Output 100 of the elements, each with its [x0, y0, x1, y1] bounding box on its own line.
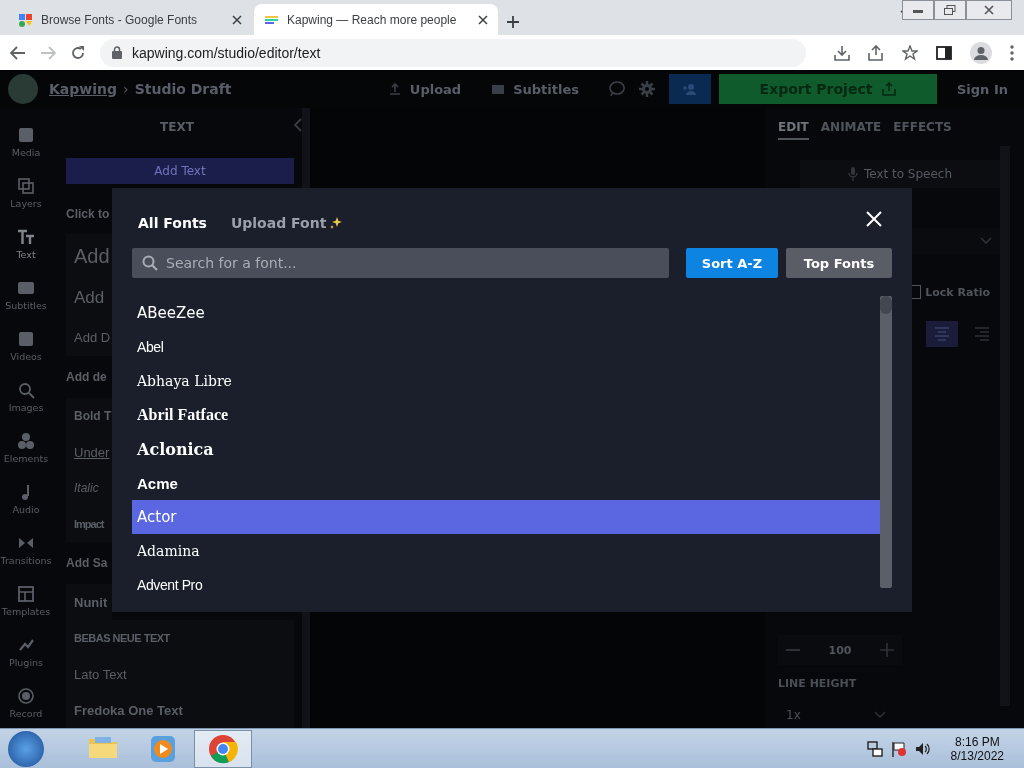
clock-date[interactable]: 8/13/2022 — [950, 748, 1004, 763]
text-preset[interactable]: Add D — [66, 318, 112, 356]
install-icon[interactable] — [834, 44, 850, 61]
tab[interactable]: Upload Font — [224, 215, 349, 231]
field-label: LINE HEIGHT — [778, 677, 858, 691]
font-list-item[interactable]: Actor — [132, 500, 880, 534]
sign-in-link[interactable]: Sign In — [957, 81, 1008, 97]
minimize-icon — [913, 7, 923, 13]
flag-icon[interactable] — [890, 740, 907, 757]
scrollbar-thumb[interactable] — [880, 296, 892, 314]
sidebar-item[interactable]: Subtitles — [0, 269, 52, 320]
sidebar-item[interactable]: Text — [0, 218, 52, 269]
text-preset[interactable]: Nunit — [66, 584, 112, 620]
dropdown[interactable]: 1x — [778, 702, 894, 728]
breadcrumb-separator: › — [123, 81, 129, 97]
section-heading: Add Sa — [66, 555, 109, 572]
checkbox-label: Lock Ratio — [925, 285, 990, 299]
text-preset[interactable]: Add — [66, 278, 112, 318]
taskbar-button[interactable] — [194, 729, 252, 768]
plus-icon[interactable] — [506, 15, 520, 29]
text-preset[interactable]: Under — [66, 434, 112, 470]
text-preset[interactable]: BEBAS NEUE TEXT — [66, 620, 294, 656]
sidebar-item[interactable]: Media — [0, 116, 52, 167]
font-list-item[interactable]: Abhaya Libre — [132, 364, 880, 398]
sidebar-item[interactable]: Elements — [0, 422, 52, 473]
sidebar-item[interactable]: Record — [0, 677, 52, 728]
network-icon[interactable] — [866, 740, 883, 757]
search-icon — [142, 255, 158, 271]
text-preset[interactable]: Add — [66, 234, 112, 278]
font-list-item[interactable]: Acme — [132, 466, 880, 500]
template-icon — [17, 584, 35, 603]
sort-button[interactable]: Top Fonts — [786, 248, 892, 278]
text-preset[interactable]: Impact — [66, 506, 112, 542]
sidebar-item[interactable]: Audio — [0, 473, 52, 524]
add-text-button[interactable]: Add Text — [66, 158, 294, 184]
scrollbar[interactable] — [880, 296, 892, 588]
sparkle-icon — [330, 217, 343, 229]
text-preset[interactable]: Bold T — [66, 398, 112, 434]
tab[interactable]: EDIT — [778, 115, 809, 140]
person-icon — [974, 45, 988, 60]
text-preset[interactable]: Italic — [66, 470, 112, 506]
sidebar-item[interactable]: Templates — [0, 575, 52, 626]
sidebar-icon[interactable] — [936, 44, 952, 61]
text-preset[interactable]: Lato Text — [66, 656, 294, 692]
clock-time[interactable]: 8:16 PM — [954, 734, 1000, 749]
browser-tab[interactable]: Kapwing — Reach more people — [254, 4, 498, 35]
close-button[interactable] — [966, 0, 1012, 20]
restore-button[interactable] — [934, 0, 966, 20]
restore-icon — [944, 5, 956, 15]
upload-icon — [387, 82, 402, 96]
share-icon[interactable] — [868, 44, 884, 61]
text-preset[interactable]: Fredoka One Text — [66, 692, 294, 728]
text-to-speech-button[interactable]: Text to Speech — [800, 159, 1000, 188]
media-icon — [17, 125, 35, 144]
text-icon — [17, 227, 35, 246]
tab[interactable]: EFFECTS — [893, 115, 952, 140]
search-field[interactable]: Search for a font... — [132, 248, 669, 278]
align-right-icon — [974, 327, 990, 342]
layers-icon — [17, 176, 35, 195]
close-icon[interactable] — [232, 14, 242, 25]
toolbar-button[interactable]: Upload — [387, 81, 462, 97]
align-center-icon — [934, 327, 950, 342]
settings-icon[interactable] — [639, 81, 655, 97]
address-bar[interactable]: kapwing.com/studio/editor/text — [100, 38, 806, 67]
font-list-item[interactable]: Advent Pro — [132, 568, 880, 602]
minimize-button[interactable] — [902, 0, 934, 20]
close-icon[interactable] — [478, 14, 488, 25]
video-icon — [17, 329, 35, 348]
favicon-icon — [18, 12, 33, 27]
profile-button[interactable] — [970, 41, 992, 64]
sidebar-item[interactable]: Videos — [0, 320, 52, 371]
tab[interactable]: All Fonts — [132, 215, 213, 231]
tab[interactable]: ANIMATE — [820, 115, 882, 140]
toolbar-button[interactable]: Subtitles — [491, 81, 579, 97]
chat-icon[interactable] — [609, 81, 625, 97]
chevron-left-icon[interactable] — [294, 118, 302, 132]
back-icon[interactable] — [10, 45, 26, 60]
font-list-item[interactable]: Aclonica — [132, 432, 880, 466]
share-icon — [882, 82, 897, 96]
font-list-item[interactable]: Abril Fatface — [132, 398, 880, 432]
sidebar-item[interactable]: Images — [0, 371, 52, 422]
section-heading: Add de — [66, 369, 108, 386]
sidebar-item[interactable]: Plugins — [0, 626, 52, 677]
reload-icon[interactable] — [70, 44, 86, 61]
menu-icon[interactable] — [1010, 44, 1014, 61]
brand-link[interactable]: Kapwing — [49, 81, 118, 97]
browser-tab[interactable]: Browse Fonts - Google Fonts — [8, 4, 252, 35]
project-title: Studio Draft — [134, 81, 232, 97]
font-list-item[interactable]: Abel — [132, 330, 880, 364]
sidebar-item[interactable]: Layers — [0, 167, 52, 218]
start-button[interactable] — [8, 730, 44, 767]
font-list-item[interactable]: ABeeZee — [132, 296, 880, 330]
font-list-item[interactable]: Adamina — [132, 534, 880, 568]
browser-icon — [207, 732, 239, 765]
star-icon[interactable] — [902, 44, 918, 61]
search-icon — [17, 380, 35, 399]
chevron-down-icon — [980, 237, 992, 246]
sidebar-item[interactable]: Transitions — [0, 524, 52, 575]
close-icon — [984, 5, 994, 15]
sort-button[interactable]: Sort A-Z — [686, 248, 778, 278]
